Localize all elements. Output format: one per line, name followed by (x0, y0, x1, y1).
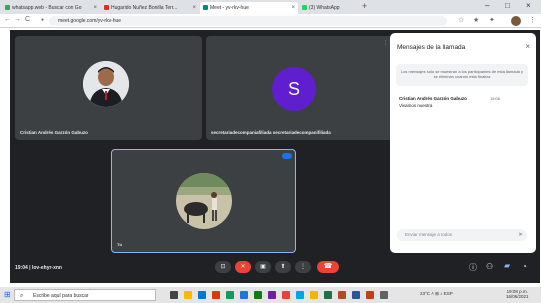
tab-label: Hugarido Nuñez Bonilla Terr... (111, 5, 178, 11)
message-text: Vivamos nuestra (399, 103, 433, 108)
taskbar-app-icon[interactable] (212, 291, 220, 299)
taskbar-app-icon[interactable] (282, 291, 290, 299)
taskbar-search-input[interactable]: ⌕ Escribe aquí para buscar (14, 289, 156, 301)
more-options-button[interactable]: ⋮ (295, 261, 311, 273)
profile-avatar[interactable] (511, 16, 521, 26)
self-view-tile[interactable]: Tú (111, 149, 296, 253)
speaking-indicator-icon (282, 153, 292, 159)
person-portrait-icon (83, 61, 129, 107)
tab-label: Meet - yv-rkv-hue (210, 5, 249, 11)
browser-tab-bar: whatsapp.web - Buscar con Go × Hugarido … (0, 0, 541, 14)
camera-button[interactable]: ▣ (255, 261, 271, 273)
close-icon[interactable]: × (291, 2, 295, 14)
taskbar-app-icon[interactable] (296, 291, 304, 299)
mic-button[interactable]: ✕ (235, 261, 251, 273)
tab-favicon-icon (5, 5, 10, 11)
address-bar-row: ← → C ● meet.google.com/yv-rkv-hue ☆ ★ ✦… (0, 14, 541, 28)
tab-label: whatsapp.web - Buscar con Go (12, 5, 82, 11)
message-sender: Cristian Andrés Garzón Gabuzo (399, 96, 467, 101)
browser-tab-active[interactable]: Meet - yv-rkv-hue × (200, 2, 298, 14)
taskbar-app-icon[interactable] (226, 291, 234, 299)
taskbar-app-icon[interactable] (170, 291, 178, 299)
maximize-button[interactable]: □ (505, 1, 510, 10)
participant-photo (83, 61, 129, 107)
chat-input-placeholder: Enviar mensaje a todos (405, 232, 453, 237)
lock-icon: ● (41, 17, 45, 23)
forward-button[interactable]: → (14, 16, 21, 23)
taskbar-app-icon[interactable] (254, 291, 262, 299)
participant-avatar: S (272, 67, 316, 111)
taskbar-app-icon[interactable] (268, 291, 276, 299)
captions-button[interactable]: ⊡ (215, 261, 231, 273)
system-tray: 23°C ˄ ⊞ ♪ ESP (420, 291, 453, 296)
taskbar-app-icon[interactable] (240, 291, 248, 299)
taskbar-app-icon[interactable] (352, 291, 360, 299)
outdoor-scene-icon (176, 173, 232, 229)
browser-tab[interactable]: whatsapp.web - Buscar con Go × (2, 2, 100, 14)
reload-button[interactable]: C (25, 16, 30, 23)
participant-tile[interactable]: ⋮ S secretariadecompaniafiliada secretar… (206, 36, 393, 140)
taskbar-app-icon[interactable] (366, 291, 374, 299)
participant-name: Cristian Andrés Garzón Gabuzo (20, 130, 88, 135)
activities-icon[interactable]: ◔ (522, 262, 527, 271)
search-icon: ⌕ (20, 293, 24, 299)
taskbar-app-icon[interactable] (310, 291, 318, 299)
chat-notice: Los mensajes solo se muestran a los part… (396, 64, 528, 86)
chat-message-input[interactable]: Enviar mensaje a todos ➤ (397, 229, 527, 241)
windows-start-icon[interactable]: ⊞ (4, 290, 11, 299)
hangup-button[interactable]: ☎ (317, 261, 339, 273)
tab-label: (3) WhatsApp (309, 5, 340, 11)
meeting-time-code: 19:04 | lov-ehyr-xnn (15, 265, 62, 271)
minimize-button[interactable]: – (485, 1, 489, 10)
taskbar-clock[interactable]: 19:08 p.m. 16/06/2021 (506, 289, 529, 299)
close-icon[interactable]: × (192, 2, 196, 14)
back-button[interactable]: ← (4, 16, 11, 23)
mic-off-icon: ✕ (240, 264, 246, 270)
taskbar-app-icon[interactable] (324, 291, 332, 299)
menu-icon[interactable]: ⋮ (529, 16, 536, 24)
chat-panel-title: Mensajes de la llamada (397, 44, 466, 51)
tab-favicon-icon (104, 5, 109, 11)
present-button[interactable]: ⬆ (275, 261, 291, 273)
whatsapp-favicon-icon (302, 5, 307, 11)
message-time: 19:06 (490, 96, 501, 101)
new-tab-button[interactable]: + (362, 1, 367, 11)
chat-panel: Mensajes de la llamada × Los mensajes so… (390, 33, 536, 253)
url-input[interactable]: meet.google.com/yv-rkv-hue (49, 16, 447, 26)
search-placeholder: Escribe aquí para buscar (33, 293, 89, 299)
meet-favicon-icon (203, 5, 208, 11)
self-camera-thumbnail (176, 173, 232, 229)
info-icon[interactable]: ⓘ (469, 262, 477, 273)
taskbar-app-icon[interactable] (198, 291, 206, 299)
clock-date: 16/06/2021 (506, 294, 529, 299)
close-icon[interactable]: × (93, 2, 97, 14)
more-options-icon[interactable]: ⋮ (383, 40, 388, 46)
chat-icon[interactable]: ▰ (504, 261, 510, 270)
star-icon[interactable]: ★ (473, 16, 479, 24)
taskbar-app-icon[interactable] (338, 291, 346, 299)
taskbar-app-icon[interactable] (380, 291, 388, 299)
participant-tile[interactable]: Cristian Andrés Garzón Gabuzo (15, 36, 202, 140)
close-icon[interactable]: × (525, 42, 530, 51)
extension-icon[interactable]: ☆ (458, 16, 464, 24)
close-window-button[interactable]: × (526, 1, 531, 10)
people-icon[interactable]: ⚇ (486, 262, 493, 271)
taskbar-app-icon[interactable] (184, 291, 192, 299)
browser-tab[interactable]: Hugarido Nuñez Bonilla Terr... × (101, 2, 199, 14)
browser-tab[interactable]: (3) WhatsApp (299, 2, 359, 14)
extensions-icon[interactable]: ✦ (489, 16, 495, 24)
participant-name: secretariadecompaniafiliada secretariade… (211, 130, 331, 135)
self-label: Tú (117, 242, 122, 247)
send-icon[interactable]: ➤ (518, 229, 523, 241)
windows-taskbar: ⊞ ⌕ Escribe aquí para buscar 23°C ˄ ⊞ ♪ … (0, 287, 541, 303)
